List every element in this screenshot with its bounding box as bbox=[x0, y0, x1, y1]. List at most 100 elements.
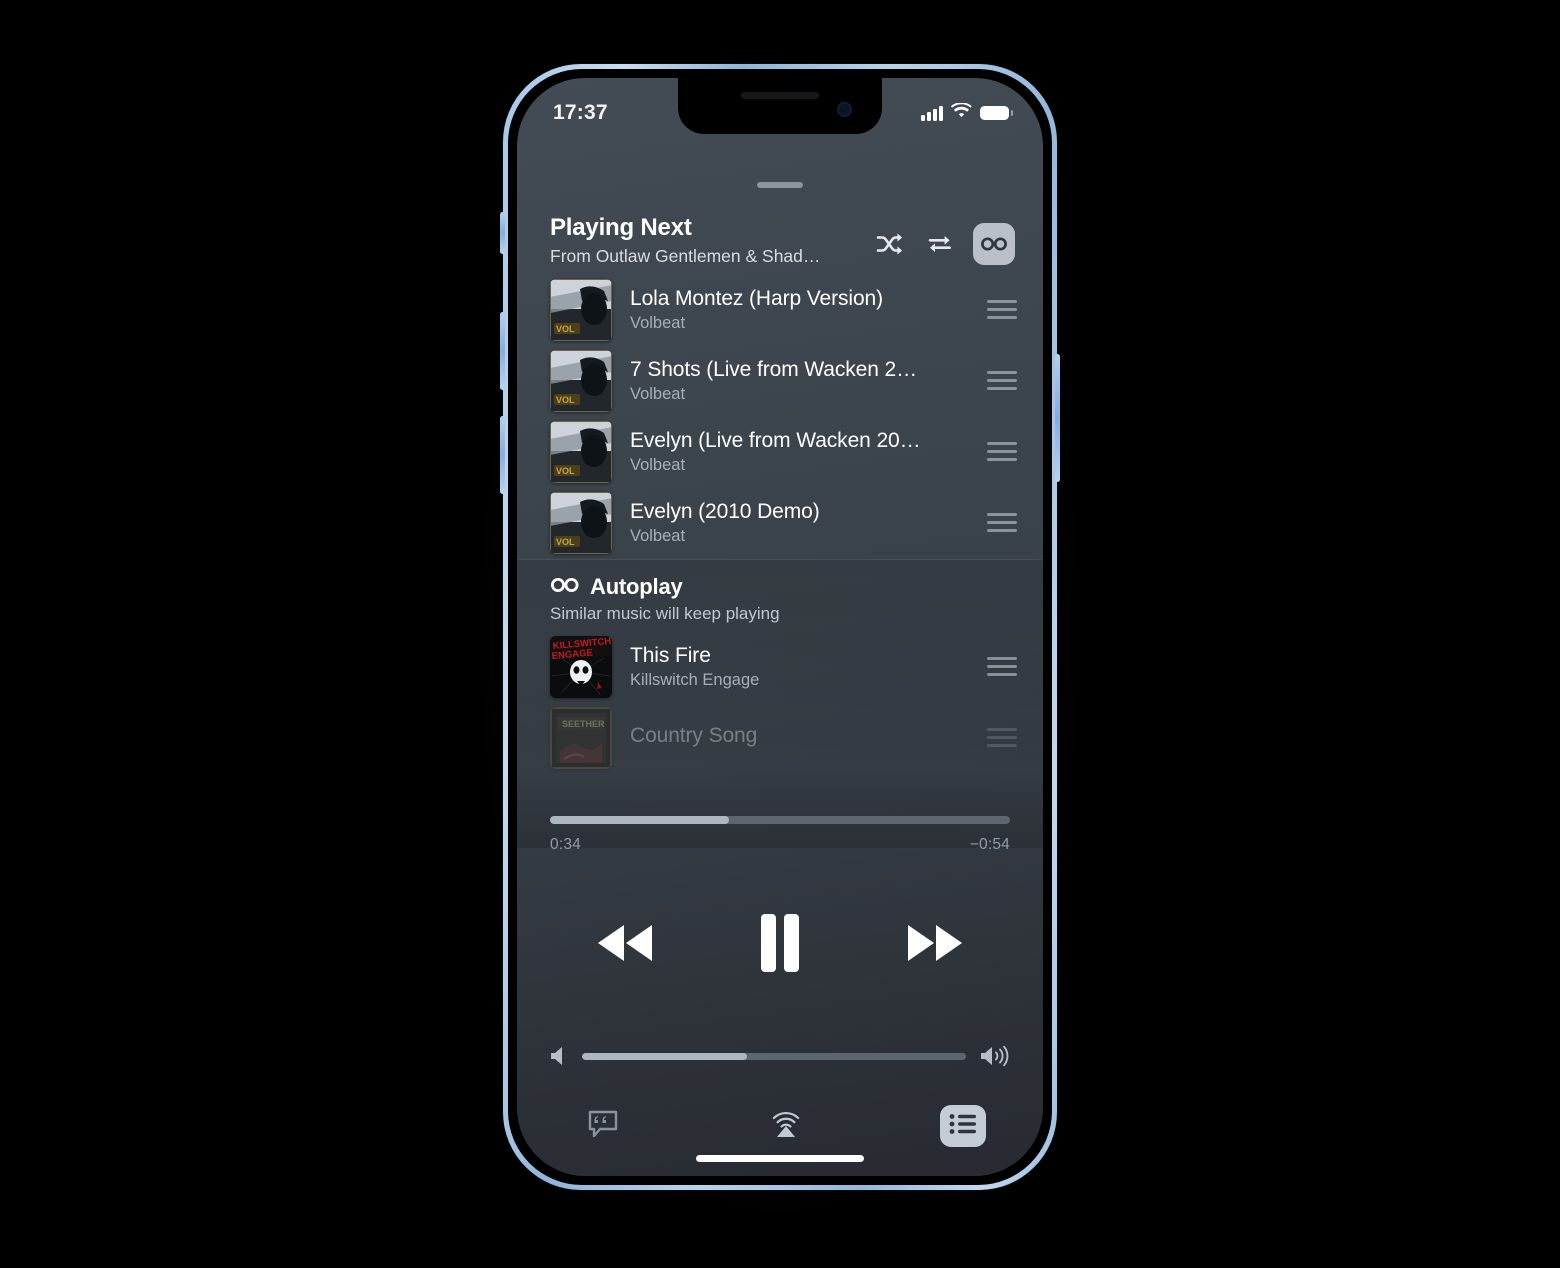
rewind-button[interactable] bbox=[582, 907, 668, 979]
fast-forward-icon bbox=[904, 921, 966, 965]
track-artist: Volbeat bbox=[630, 313, 686, 332]
track-title: This Fire bbox=[630, 643, 711, 667]
progress-slider[interactable] bbox=[550, 816, 1010, 824]
lyrics-icon bbox=[587, 1109, 619, 1144]
queue-list-icon bbox=[949, 1113, 977, 1140]
status-indicators bbox=[921, 101, 1013, 124]
lyrics-button[interactable] bbox=[574, 1103, 632, 1149]
queue-button[interactable] bbox=[940, 1105, 986, 1147]
time-labels: 0:34 −0:54 bbox=[550, 836, 1010, 854]
sheet-grabber[interactable] bbox=[757, 182, 803, 188]
track-title: Lola Montez (Harp Version) bbox=[630, 286, 884, 310]
track-title: Evelyn (Live from Wacken 20… bbox=[630, 428, 921, 452]
airplay-icon bbox=[769, 1108, 803, 1145]
wifi-icon bbox=[950, 101, 972, 124]
table-row[interactable]: VOL Evelyn (2010 Demo) Volbeat bbox=[517, 487, 1043, 558]
phone-inner-bezel: 17:37 Playing Next From Outlaw Gentlemen… bbox=[508, 69, 1052, 1185]
earpiece-speaker bbox=[741, 92, 819, 99]
section-divider bbox=[517, 559, 1043, 560]
screenshot-stage: 17:37 Playing Next From Outlaw Gentlemen… bbox=[0, 0, 1560, 1268]
svg-text:VOL: VOL bbox=[556, 466, 575, 476]
reorder-handle-icon[interactable] bbox=[987, 513, 1017, 532]
autoplay-subtitle: Similar music will keep playing bbox=[550, 604, 780, 623]
volume-slider[interactable] bbox=[582, 1052, 966, 1060]
fast-forward-button[interactable] bbox=[892, 907, 978, 979]
svg-text:SEETHER: SEETHER bbox=[562, 719, 605, 729]
reorder-handle-icon[interactable] bbox=[987, 371, 1017, 390]
track-meta: Country Song bbox=[612, 724, 987, 751]
track-artist: Volbeat bbox=[630, 384, 686, 403]
reorder-handle-icon[interactable] bbox=[987, 300, 1017, 319]
phone-screen: 17:37 Playing Next From Outlaw Gentlemen… bbox=[517, 78, 1043, 1176]
table-row[interactable]: VOL Lola Montez (Harp Version) Volbeat bbox=[517, 274, 1043, 345]
playing-next-source: From Outlaw Gentlemen & Shady… bbox=[550, 246, 822, 266]
autoplay-queue[interactable]: KILLSWITCH ENGAGE This Fire Killswitch E… bbox=[517, 631, 1043, 773]
volume-slider-row bbox=[550, 1045, 1010, 1067]
track-meta: Lola Montez (Harp Version) Volbeat bbox=[612, 287, 987, 333]
playing-next-actions bbox=[873, 223, 1015, 267]
track-title: Evelyn (2010 Demo) bbox=[630, 499, 820, 523]
reorder-handle-icon[interactable] bbox=[987, 657, 1017, 676]
progress-fill bbox=[550, 816, 730, 824]
autoplay-header: Autoplay Similar music will keep playing bbox=[517, 574, 1043, 624]
track-meta: 7 Shots (Live from Wacken 2… Volbeat bbox=[612, 358, 987, 404]
home-indicator[interactable] bbox=[696, 1155, 864, 1162]
iphone-device: 17:37 Playing Next From Outlaw Gentlemen… bbox=[500, 64, 1060, 1190]
track-title: 7 Shots (Live from Wacken 2… bbox=[630, 357, 918, 381]
album-artwork: VOL bbox=[550, 278, 612, 341]
track-meta: Evelyn (Live from Wacken 20… Volbeat bbox=[612, 429, 987, 475]
speaker-high-icon bbox=[980, 1045, 1010, 1067]
transport-controls bbox=[550, 907, 1010, 979]
pause-button[interactable] bbox=[737, 907, 823, 979]
volume-up-button[interactable] bbox=[500, 312, 505, 390]
table-row[interactable]: VOL Evelyn (Live from Wacken 20… Volbeat bbox=[517, 416, 1043, 487]
shuffle-icon bbox=[876, 232, 904, 256]
svg-text:VOL: VOL bbox=[556, 537, 575, 547]
track-meta: This Fire Killswitch Engage bbox=[612, 644, 987, 690]
track-artist: Volbeat bbox=[630, 526, 686, 545]
remaining-time: −0:54 bbox=[969, 836, 1010, 853]
silent-switch-button[interactable] bbox=[500, 212, 505, 254]
list-item[interactable]: SEETHER Country Song bbox=[517, 702, 1043, 773]
playing-next-queue[interactable]: VOL Lola Montez (Harp Version) Volbeat V… bbox=[517, 274, 1043, 558]
track-artist: Killswitch Engage bbox=[630, 670, 760, 689]
svg-text:VOL: VOL bbox=[556, 395, 575, 405]
player-controls: 0:34 −0:54 bbox=[517, 798, 1043, 1176]
page-title: Playing Next bbox=[550, 214, 692, 241]
volume-down-button[interactable] bbox=[500, 416, 505, 494]
airplay-button[interactable] bbox=[757, 1103, 815, 1149]
album-artwork: KILLSWITCH ENGAGE bbox=[550, 635, 612, 698]
pause-icon bbox=[756, 914, 804, 972]
track-artist: Volbeat bbox=[630, 455, 686, 474]
album-artwork: SEETHER bbox=[550, 706, 612, 769]
cellular-bars-icon bbox=[921, 105, 943, 121]
infinity-icon bbox=[550, 576, 580, 599]
repeat-button[interactable] bbox=[923, 227, 957, 261]
album-artwork: VOL bbox=[550, 491, 612, 554]
battery-icon bbox=[980, 106, 1013, 120]
repeat-icon bbox=[926, 232, 954, 256]
autoplay-title-row: Autoplay bbox=[550, 574, 1010, 600]
rewind-icon bbox=[594, 921, 656, 965]
status-time: 17:37 bbox=[553, 101, 608, 124]
volume-fill bbox=[582, 1052, 748, 1060]
infinity-icon bbox=[980, 235, 1008, 253]
table-row[interactable]: VOL 7 Shots (Live from Wacken 2… Volbeat bbox=[517, 345, 1043, 416]
album-artwork: VOL bbox=[550, 420, 612, 483]
shuffle-button[interactable] bbox=[873, 227, 907, 261]
playing-next-text: Playing Next From Outlaw Gentlemen & Sha… bbox=[550, 213, 873, 267]
notch bbox=[678, 78, 882, 134]
reorder-handle-icon[interactable] bbox=[987, 728, 1017, 747]
autoplay-toggle-button[interactable] bbox=[973, 223, 1015, 265]
elapsed-time: 0:34 bbox=[550, 836, 581, 853]
autoplay-title: Autoplay bbox=[590, 574, 683, 599]
reorder-handle-icon[interactable] bbox=[987, 442, 1017, 461]
front-camera bbox=[837, 102, 852, 117]
phone-black-bezel: 17:37 Playing Next From Outlaw Gentlemen… bbox=[517, 78, 1043, 1176]
speaker-low-icon bbox=[550, 1045, 568, 1067]
album-artwork: VOL bbox=[550, 349, 612, 412]
side-power-button[interactable] bbox=[1055, 354, 1060, 482]
list-item[interactable]: KILLSWITCH ENGAGE This Fire Killswitch E… bbox=[517, 631, 1043, 702]
playing-next-header: Playing Next From Outlaw Gentlemen & Sha… bbox=[517, 213, 1043, 267]
track-meta: Evelyn (2010 Demo) Volbeat bbox=[612, 500, 987, 546]
